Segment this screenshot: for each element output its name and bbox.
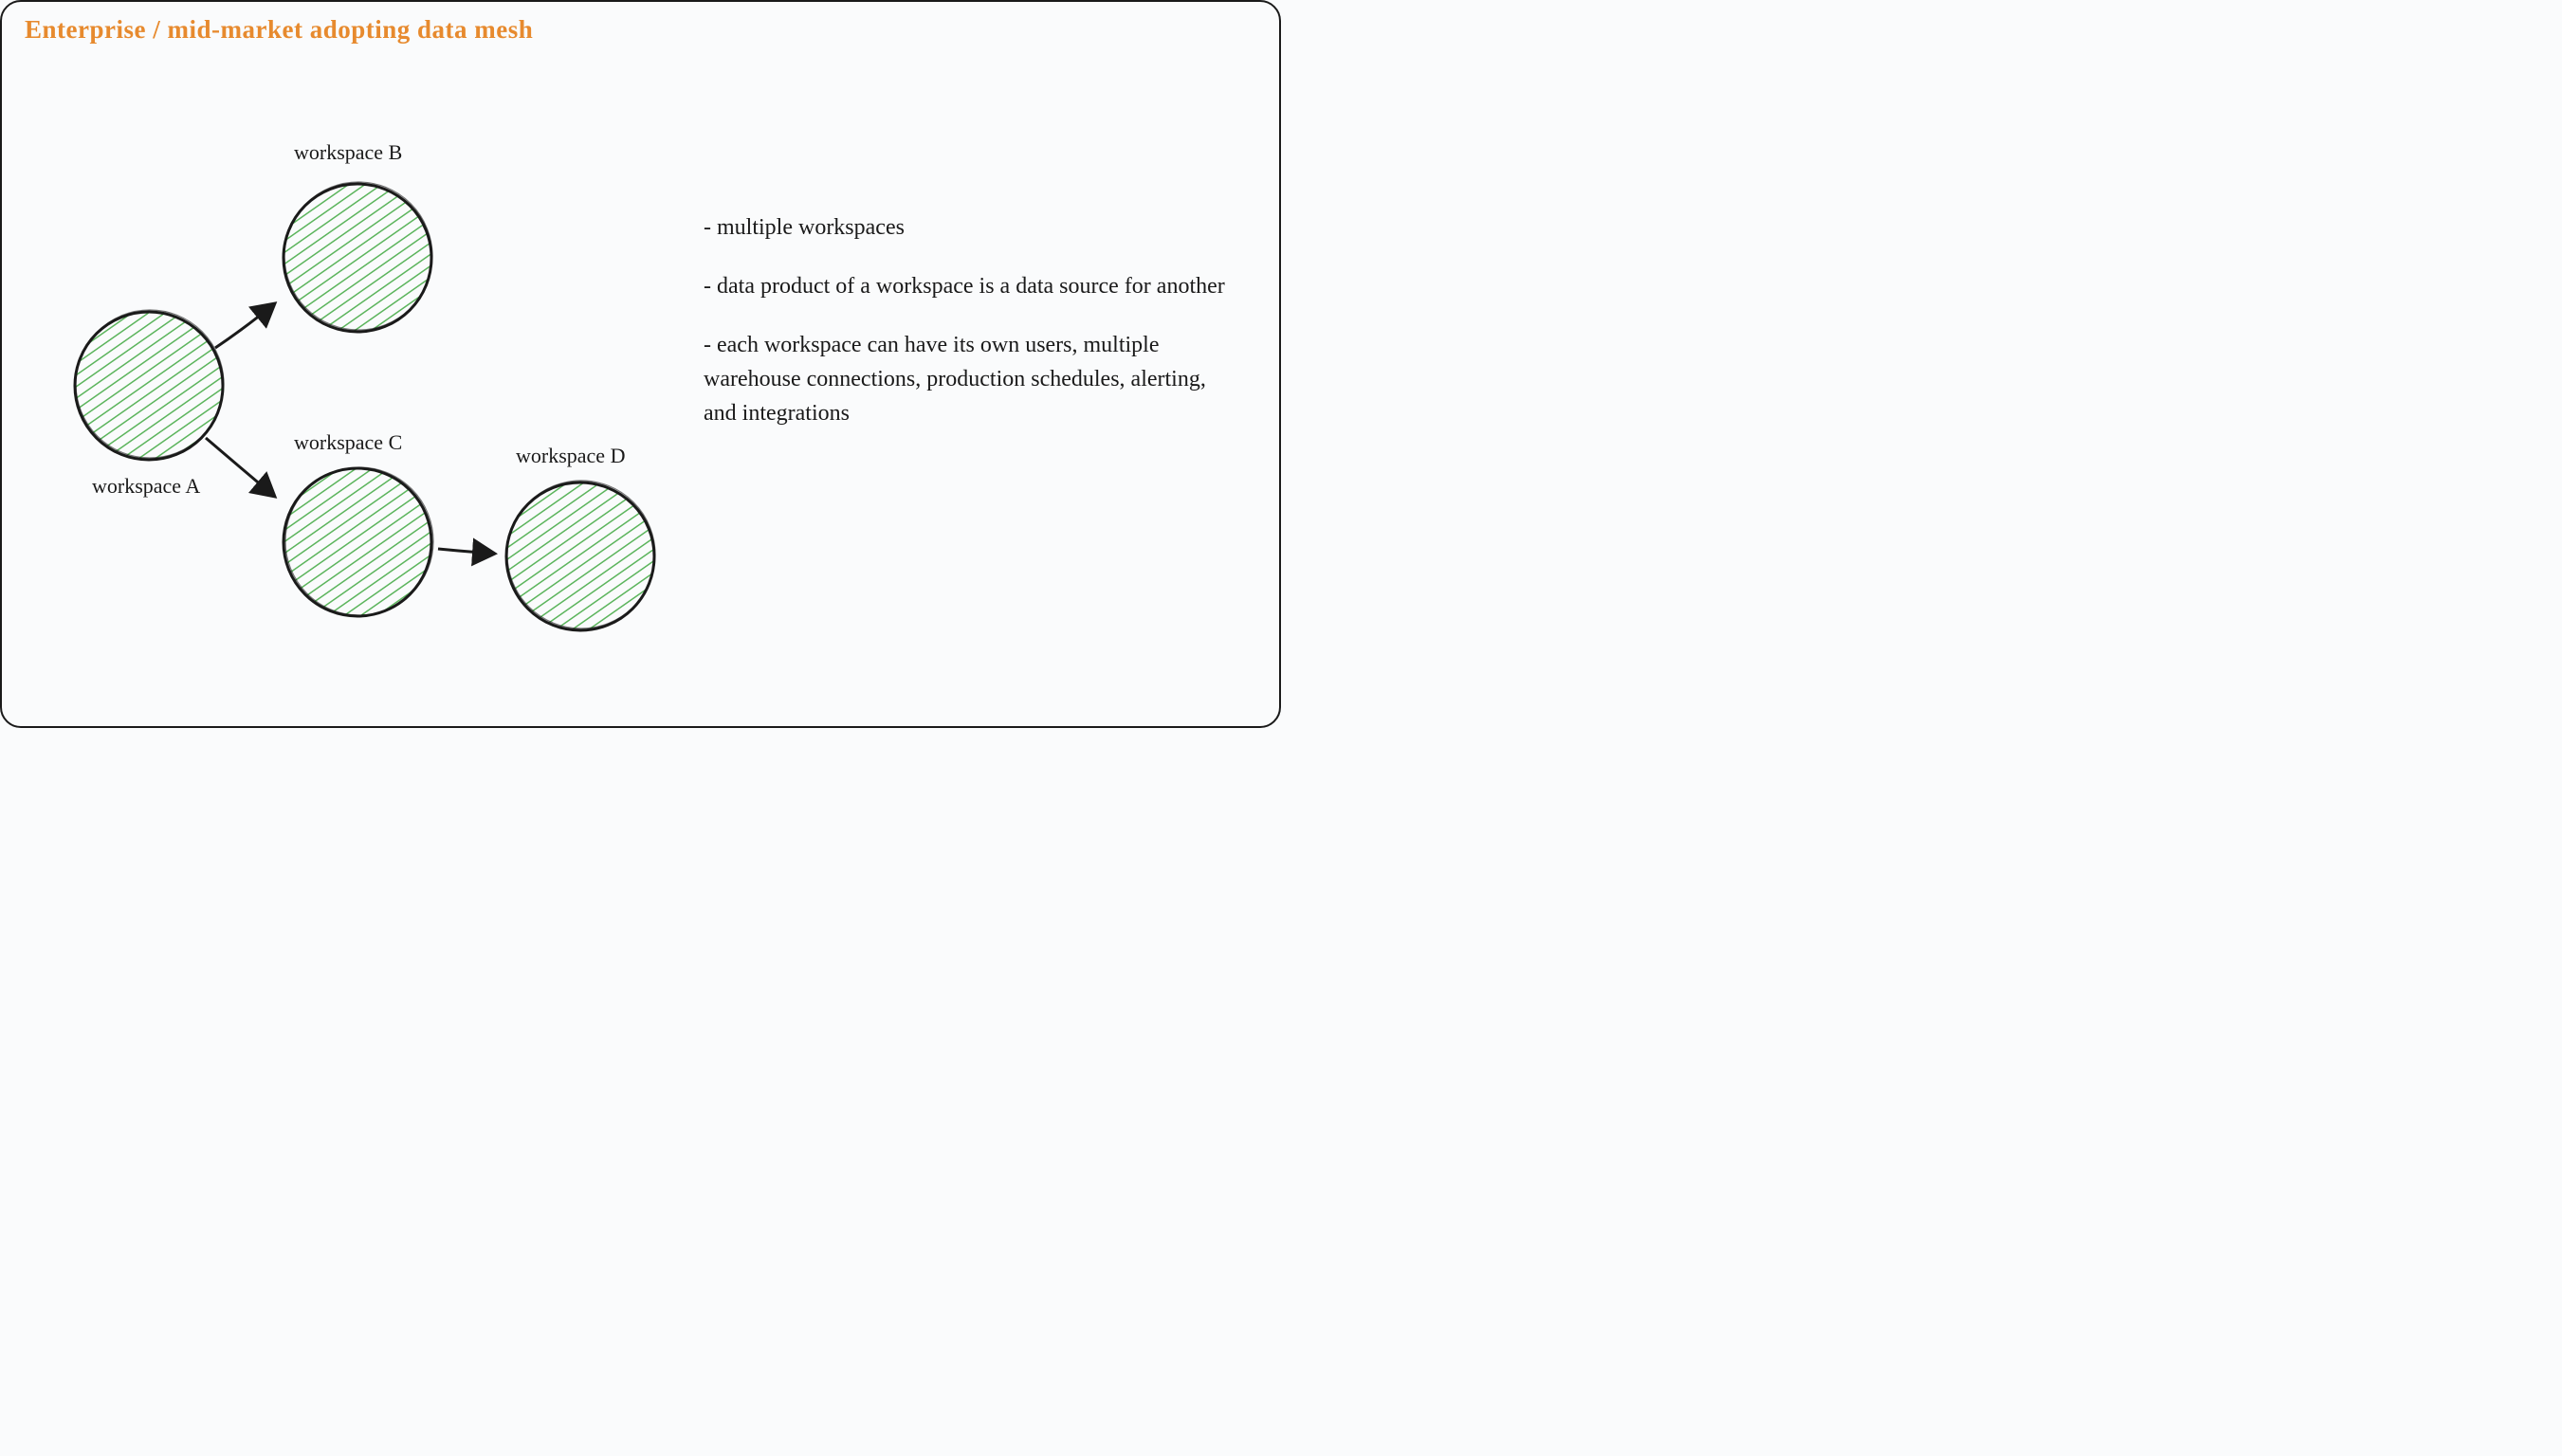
diagram-frame: Enterprise / mid-market adopting data me… — [0, 0, 1281, 728]
workspace-d-label: workspace D — [516, 444, 625, 468]
workspace-graph: workspace A workspace B workspace C work… — [40, 87, 685, 675]
bullet-2: - data product of a workspace is a data … — [704, 269, 1235, 303]
workspace-b-node — [284, 182, 432, 332]
description-list: - multiple workspaces - data product of … — [704, 210, 1235, 455]
workspace-a-node — [75, 310, 224, 460]
bullet-1: - multiple workspaces — [704, 210, 1235, 245]
workspace-b-label: workspace B — [294, 140, 402, 165]
workspace-c-label: workspace C — [294, 430, 402, 455]
workspace-d-node — [506, 481, 655, 630]
edge-a-c — [206, 438, 275, 497]
edge-c-d — [438, 549, 495, 554]
workspace-c-node — [284, 467, 433, 616]
diagram-title: Enterprise / mid-market adopting data me… — [25, 15, 533, 45]
bullet-3: - each workspace can have its own users,… — [704, 328, 1235, 430]
workspace-a-label: workspace A — [92, 474, 200, 499]
edge-a-b — [215, 303, 275, 348]
